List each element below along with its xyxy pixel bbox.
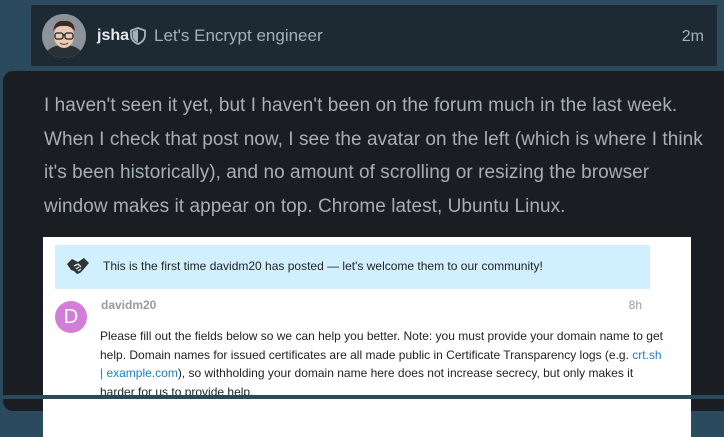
post-username[interactable]: jsha [97,27,129,45]
embed-post-text: Please fill out the fields below so we c… [100,327,665,401]
handshake-icon [66,255,90,282]
post-text-line: I haven't seen it yet, but I haven't bee… [44,95,678,116]
post-body: I haven't seen it yet, but I haven't bee… [3,71,724,437]
welcome-text: This is the first time davidm20 has post… [103,259,543,273]
shield-icon [130,27,146,50]
embedded-screenshot[interactable]: This is the first time davidm20 has post… [43,237,691,437]
post-time[interactable]: 2m [682,28,704,46]
post-text-line: it's been historically), and no amount o… [44,162,650,183]
embed-time[interactable]: 8h [629,298,642,312]
page-bottom-strip [0,395,724,399]
post-text-line: window makes it appear on top. Chrome la… [44,195,566,217]
post-text-line: When I check that post now, I see the av… [44,128,703,150]
welcome-banner: This is the first time davidm20 has post… [55,245,650,289]
embed-text-part: Please fill out the fields below so we c… [100,329,663,362]
post-header: jsha Let's Encrypt engineer 2m [30,4,718,67]
avatar[interactable] [42,14,86,58]
embed-text-part: ), so withholding your domain name here … [100,366,634,399]
post-text: I haven't seen it yet, but I haven't bee… [44,89,724,223]
user-title: Let's Encrypt engineer [154,26,323,45]
avatar[interactable]: D [55,301,87,333]
embed-username[interactable]: davidm20 [101,298,156,312]
